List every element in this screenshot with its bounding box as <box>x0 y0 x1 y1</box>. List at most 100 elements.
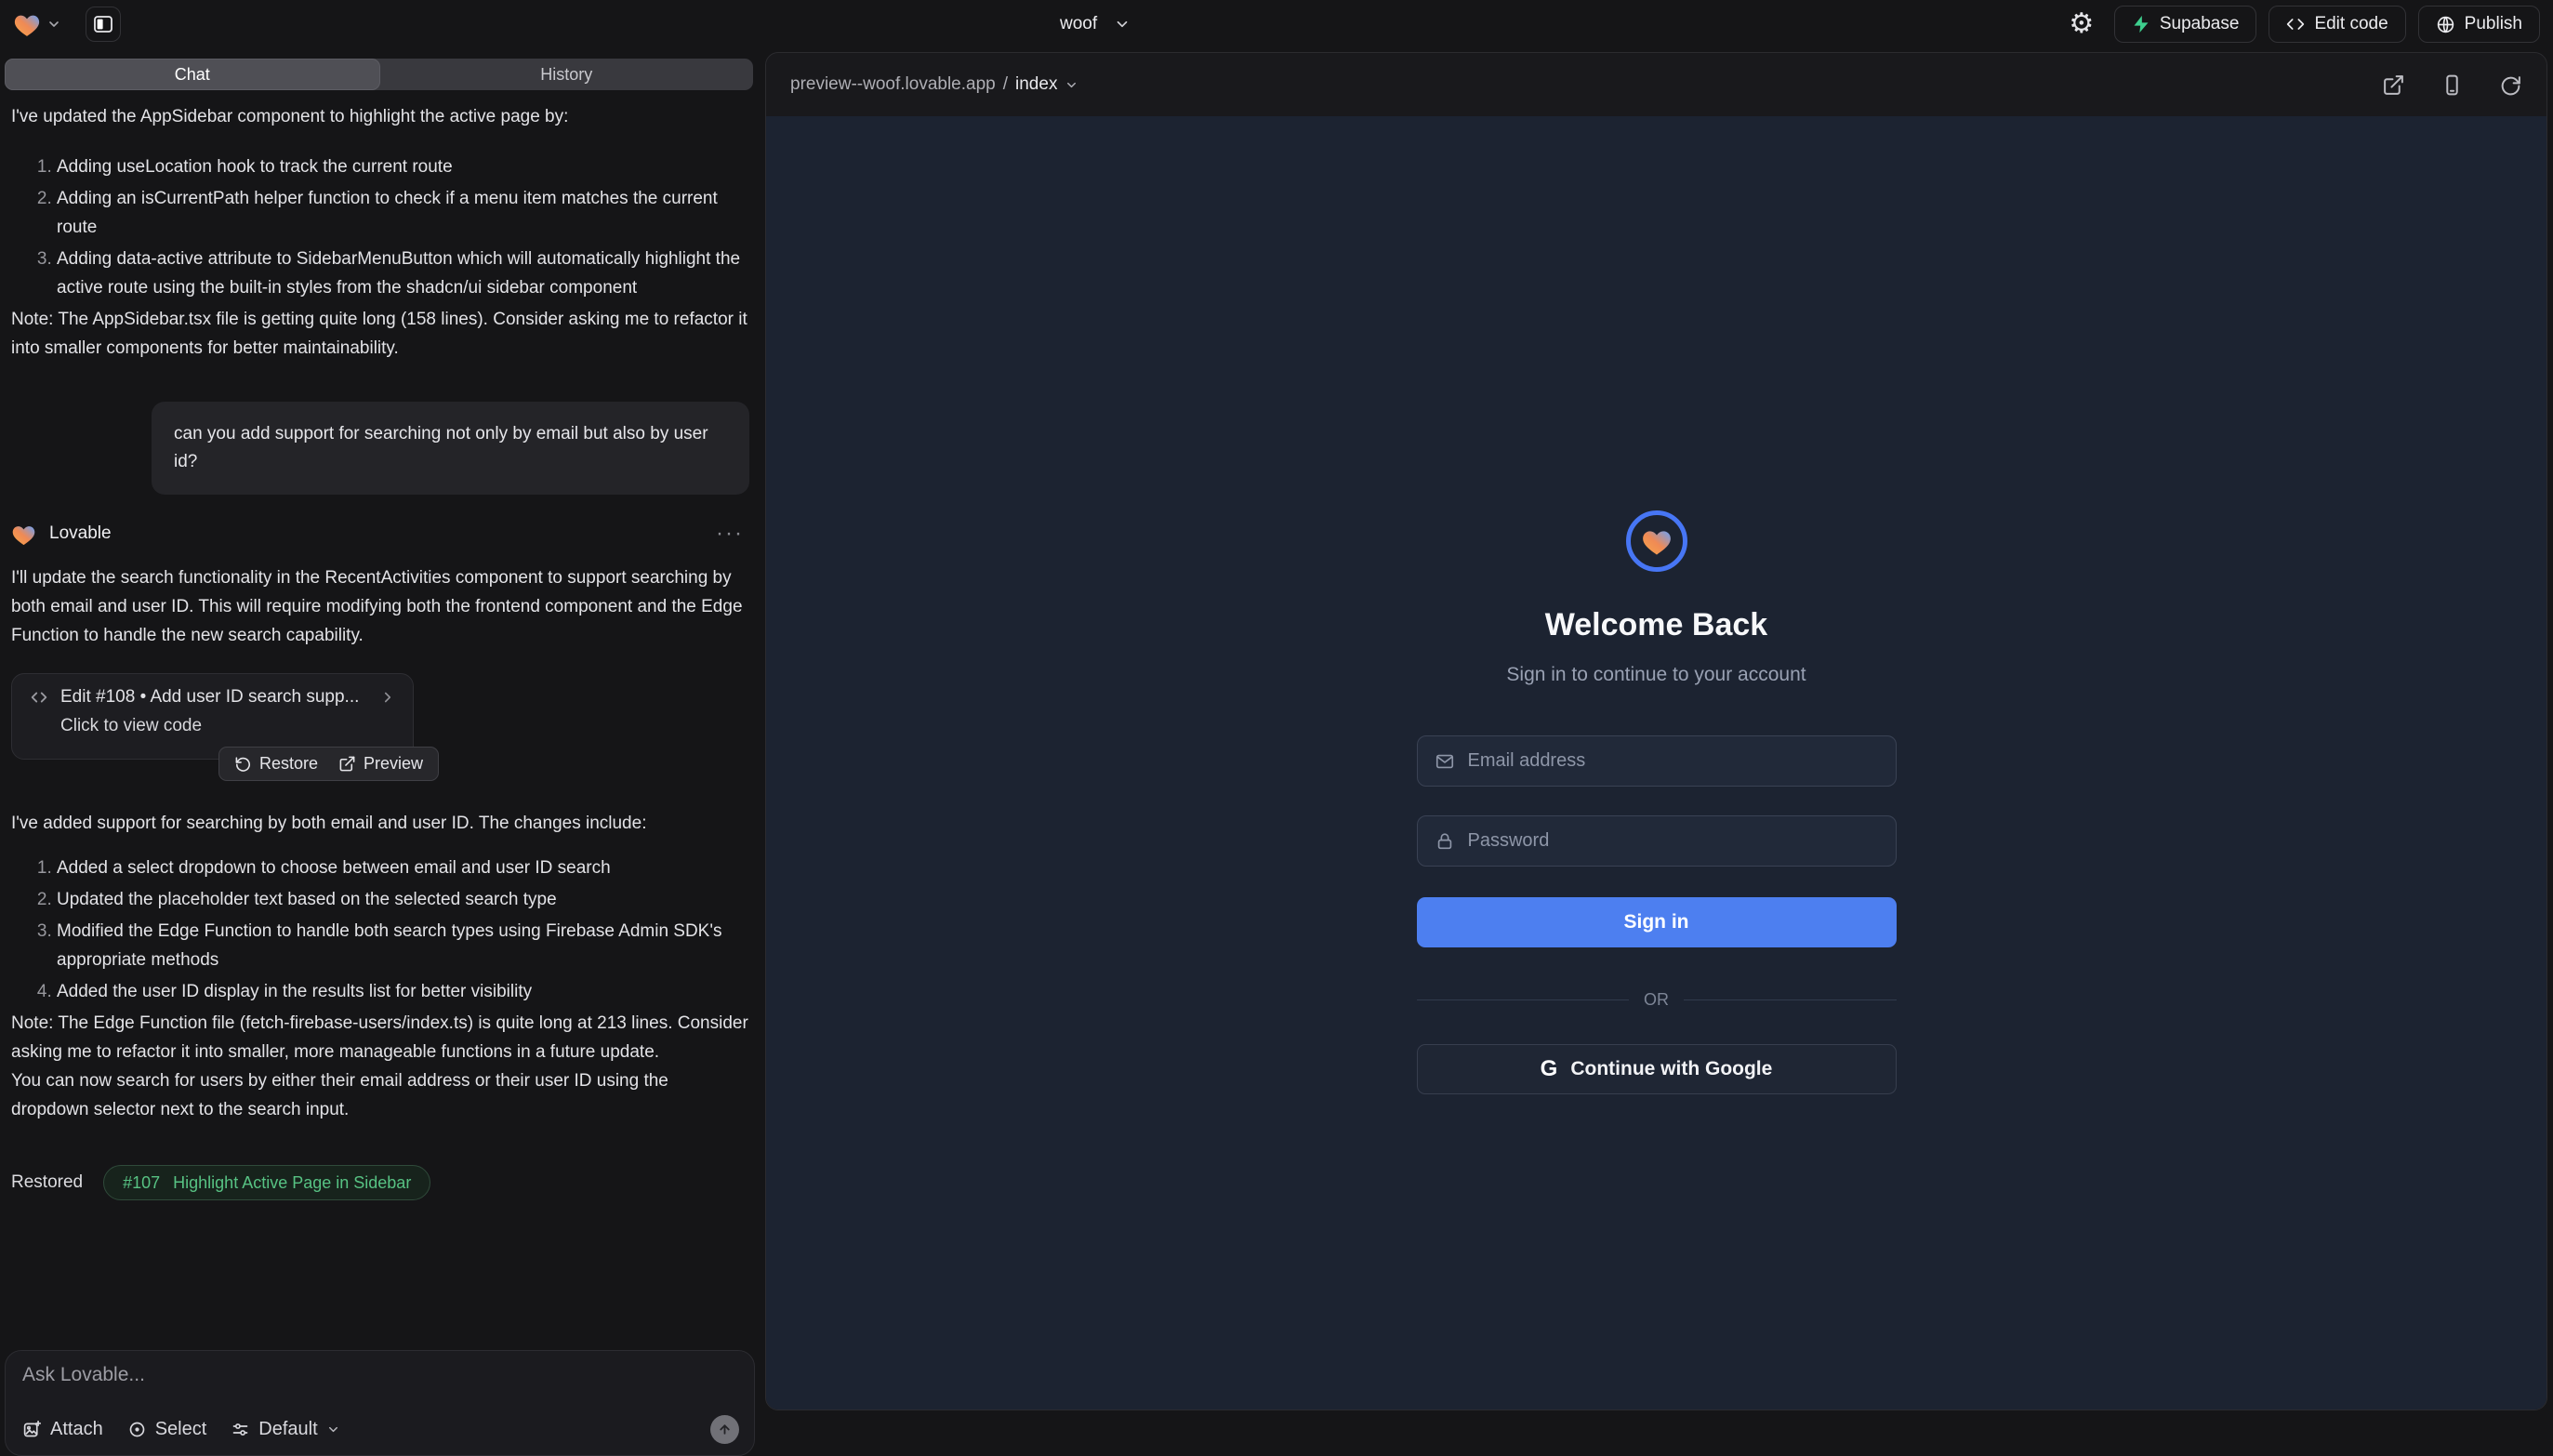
attach-label: Attach <box>50 1419 103 1440</box>
message-text: I've added support for searching by both… <box>11 809 749 838</box>
assistant-name: Lovable <box>49 523 112 544</box>
list-item: Adding an isCurrentPath helper function … <box>57 184 749 242</box>
project-name: woof <box>1060 14 1097 34</box>
attach-image-icon <box>22 1420 42 1439</box>
list-item: Updated the placeholder text based on th… <box>57 885 749 914</box>
send-button[interactable] <box>710 1415 739 1444</box>
open-in-new-tab-button[interactable] <box>2382 73 2405 97</box>
list-item: Adding data-active attribute to SidebarM… <box>57 245 749 302</box>
login-card: Welcome Back Sign in to continue to your… <box>1417 510 1897 1094</box>
restore-label: Restore <box>259 754 318 774</box>
supabase-bolt-icon <box>2132 14 2150 34</box>
preview-url-breadcrumb[interactable]: preview--woof.lovable.app / index <box>790 74 1078 95</box>
preview-url: preview--woof.lovable.app <box>790 74 996 95</box>
numbered-list: Adding useLocation hook to track the cur… <box>11 152 749 302</box>
edit-card-title: Edit #108 • Add user ID search supp... <box>60 687 359 708</box>
assistant-message-2: I'll update the search functionality in … <box>11 563 749 650</box>
assistant-header: Lovable ··· <box>11 521 749 547</box>
list-item: Modified the Edge Function to handle bot… <box>57 917 749 974</box>
chat-input[interactable] <box>22 1364 737 1401</box>
mobile-view-button[interactable] <box>2441 73 2464 97</box>
select-element-button[interactable]: Select <box>127 1419 207 1440</box>
user-message-bubble: can you add support for searching not on… <box>152 402 749 495</box>
preview-iframe: Welcome Back Sign in to continue to your… <box>766 116 2546 1410</box>
lovable-menu-button[interactable] <box>13 11 61 37</box>
preview-button[interactable]: Preview <box>338 754 423 774</box>
preview-label: Preview <box>364 754 423 774</box>
version-number: #107 <box>123 1173 160 1193</box>
message-text: I've updated the AppSidebar component to… <box>11 102 749 131</box>
project-switcher[interactable]: woof <box>1060 0 1131 48</box>
preview-page: index <box>1015 74 1057 95</box>
assistant-message-3: I've added support for searching by both… <box>11 809 749 1124</box>
edit-card-header: Edit #108 • Add user ID search supp... <box>29 687 396 708</box>
restore-button[interactable]: Restore <box>234 754 318 774</box>
settings-button[interactable]: ⚙ <box>2061 6 2102 43</box>
lock-icon <box>1435 831 1455 852</box>
or-divider: OR <box>1417 990 1897 1010</box>
globe-icon <box>2436 15 2455 34</box>
assistant-message-1: I've updated the AppSidebar component to… <box>11 102 749 363</box>
select-label: Select <box>155 1419 207 1440</box>
message-text: You can now search for users by either t… <box>11 1066 749 1124</box>
sidebar-toggle-button[interactable] <box>86 7 121 42</box>
sign-in-button[interactable]: Sign in <box>1417 897 1897 947</box>
crosshair-icon <box>127 1420 147 1439</box>
composer-toolbar: Attach Select Default <box>22 1415 739 1444</box>
preview-panel: preview--woof.lovable.app / index <box>765 52 2547 1410</box>
lovable-heart-icon <box>13 11 41 37</box>
version-title: Highlight Active Page in Sidebar <box>173 1173 411 1193</box>
password-field[interactable] <box>1468 830 1879 852</box>
external-link-icon <box>338 755 356 773</box>
attach-button[interactable]: Attach <box>22 1419 103 1440</box>
message-note: Note: The Edge Function file (fetch-fire… <box>11 1009 749 1066</box>
app-logo <box>1626 510 1687 572</box>
edit-card-subtitle: Click to view code <box>29 716 396 736</box>
login-subtitle: Sign in to continue to your account <box>1506 664 1806 686</box>
edit-code-label: Edit code <box>2314 14 2388 34</box>
preview-header-actions <box>2382 73 2522 97</box>
version-actions-toolbar: Restore Preview <box>218 747 439 781</box>
supabase-label: Supabase <box>2160 14 2240 34</box>
supabase-button[interactable]: Supabase <box>2114 6 2257 43</box>
chat-message-list: I've updated the AppSidebar component to… <box>11 102 749 1200</box>
list-item: Added the user ID display in the results… <box>57 977 749 1006</box>
list-item: Added a select dropdown to choose betwee… <box>57 854 749 882</box>
divider-line <box>1417 999 1630 1000</box>
list-item: Adding useLocation hook to track the cur… <box>57 152 749 181</box>
restored-row: Restored #107 Highlight Active Page in S… <box>11 1165 749 1200</box>
heart-icon <box>1641 526 1673 556</box>
chat-panel: Chat History I've updated the AppSidebar… <box>0 48 761 1415</box>
tab-chat-label: Chat <box>175 65 210 85</box>
mode-selector[interactable]: Default <box>231 1419 339 1440</box>
user-message-text: can you add support for searching not on… <box>174 424 708 471</box>
tab-chat[interactable]: Chat <box>5 59 380 90</box>
mail-icon <box>1435 751 1455 772</box>
lovable-heart-icon <box>11 523 36 546</box>
tab-history[interactable]: History <box>380 59 754 90</box>
chevron-right-icon <box>379 689 396 706</box>
numbered-list: Added a select dropdown to choose betwee… <box>11 854 749 1006</box>
chevron-down-icon <box>1065 78 1078 92</box>
chat-composer: Attach Select Default <box>5 1350 755 1456</box>
message-menu-button[interactable]: ··· <box>716 521 749 547</box>
edit-block: Edit #108 • Add user ID search supp... C… <box>11 673 749 780</box>
top-bar: woof ⚙ Supabase Edit code Publish <box>0 0 2553 48</box>
edit-code-button[interactable]: Edit code <box>2269 6 2405 43</box>
chat-history-tabs: Chat History <box>5 59 753 90</box>
restored-version-badge[interactable]: #107 Highlight Active Page in Sidebar <box>103 1165 430 1200</box>
code-xml-icon <box>29 687 49 708</box>
divider-line <box>1684 999 1897 1000</box>
google-icon: G <box>1541 1056 1558 1082</box>
email-field[interactable] <box>1468 750 1879 772</box>
restore-icon <box>234 755 252 773</box>
refresh-button[interactable] <box>2499 73 2522 97</box>
code-icon <box>2286 15 2305 33</box>
password-field-wrapper <box>1417 815 1897 867</box>
restored-label: Restored <box>11 1172 83 1193</box>
publish-button[interactable]: Publish <box>2418 6 2540 43</box>
google-sign-in-button[interactable]: G Continue with Google <box>1417 1044 1897 1094</box>
topbar-right: ⚙ Supabase Edit code Publish <box>2061 0 2540 48</box>
topbar-left <box>13 0 121 48</box>
email-field-wrapper <box>1417 735 1897 787</box>
